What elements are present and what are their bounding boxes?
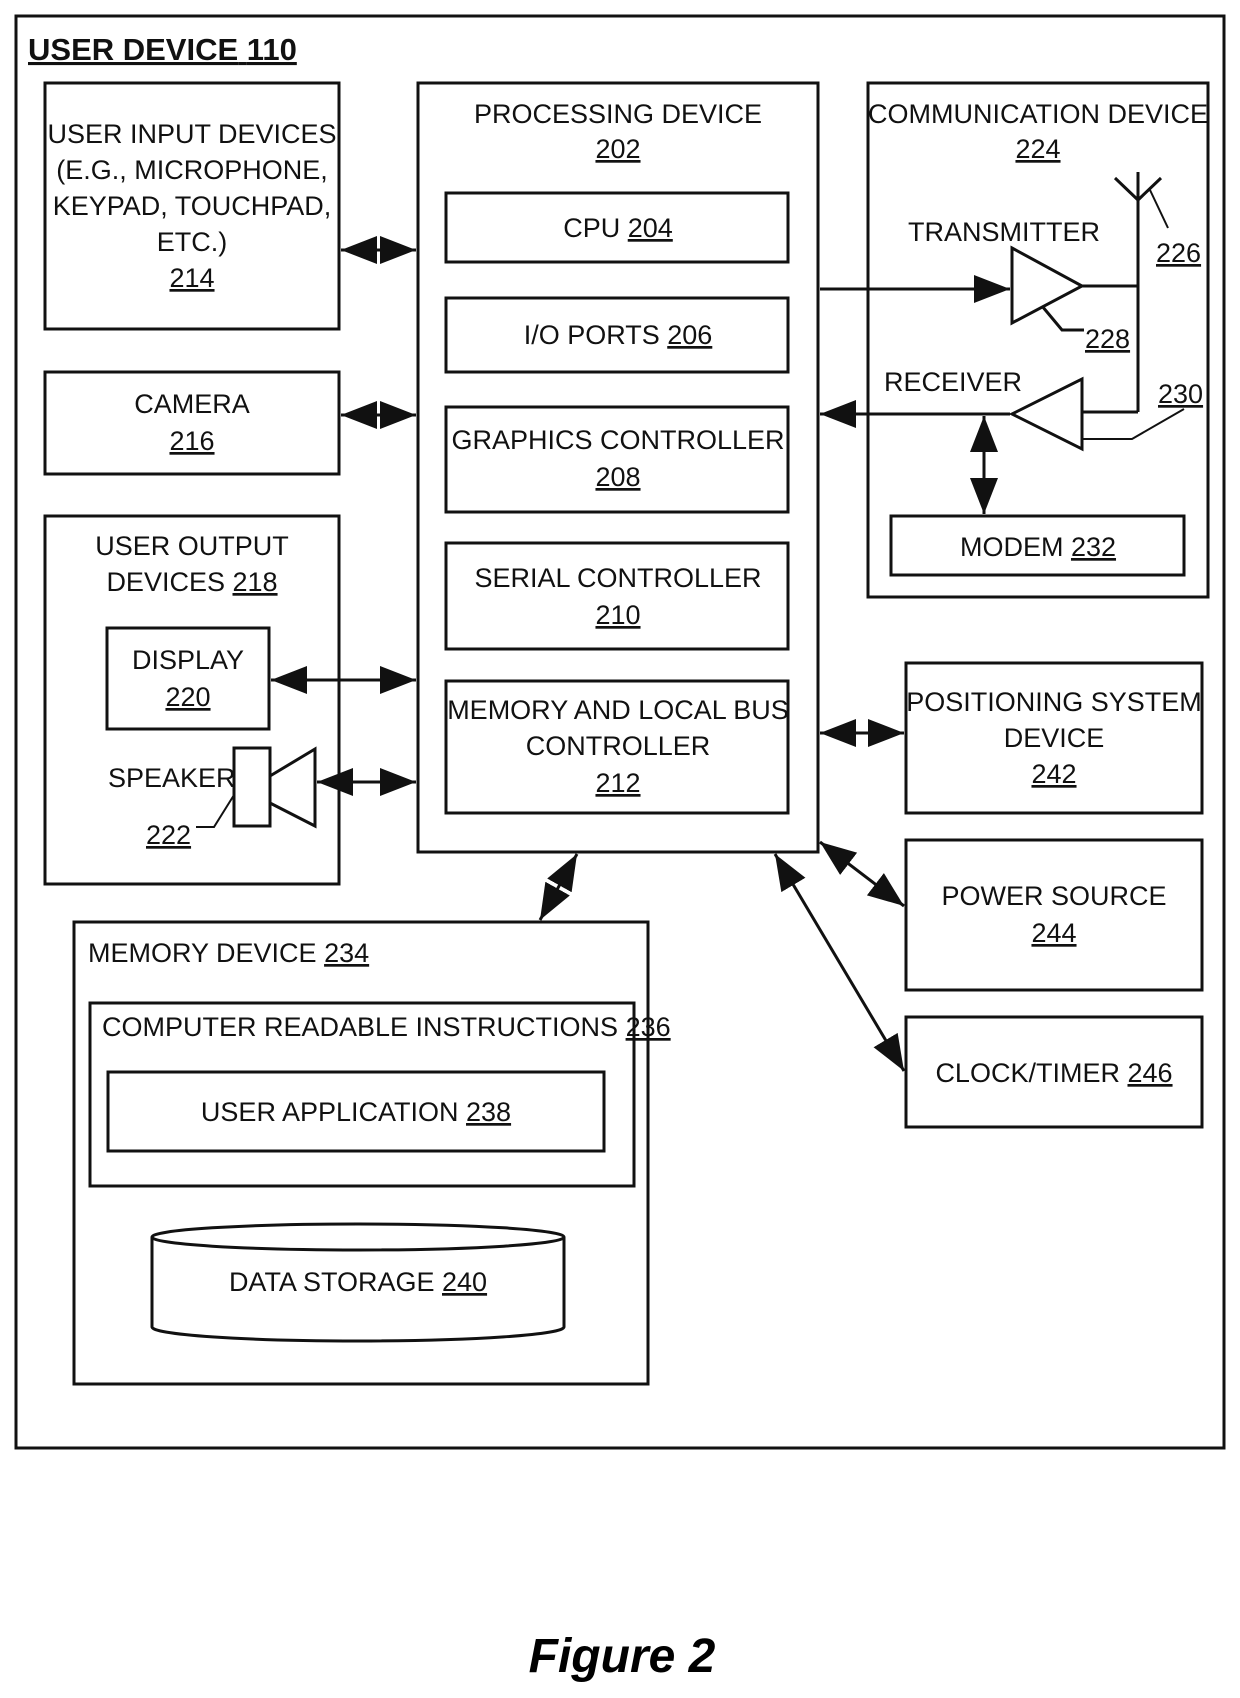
display-label: DISPLAY (132, 645, 244, 675)
user-input-line-4: ETC.) (157, 227, 228, 257)
memory-device-label: MEMORY DEVICE 234 (88, 938, 369, 968)
positioning-line-2: DEVICE (1004, 723, 1105, 753)
io-ports-label: I/O PORTS 206 (524, 320, 713, 350)
clock-timer-label: CLOCK/TIMER 246 (935, 1058, 1172, 1088)
cpu-block: CPU 204 (444, 191, 790, 264)
memory-bus-controller-block: MEMORY AND LOCAL BUS CONTROLLER 212 (444, 679, 790, 815)
antenna-ref: 226 (1156, 238, 1201, 268)
power-source-block: POWER SOURCE 244 (904, 838, 1204, 992)
communication-label: COMMUNICATION DEVICE (868, 99, 1208, 129)
camera-block: CAMERA 216 (43, 370, 341, 476)
user-application-ref: 238 (466, 1097, 511, 1127)
clock-timer-block: CLOCK/TIMER 246 (904, 1015, 1204, 1129)
serial-controller-ref: 210 (595, 600, 640, 630)
instructions-label: COMPUTER READABLE INSTRUCTIONS 236 (102, 1012, 671, 1042)
arrow-processing-memory (538, 853, 579, 921)
user-output-ref: 218 (233, 567, 278, 597)
memory-bus-ref: 212 (595, 768, 640, 798)
user-application-label-text: USER APPLICATION (201, 1097, 459, 1127)
instructions-label-text: COMPUTER READABLE INSTRUCTIONS (102, 1012, 618, 1042)
user-output-devices-block: USER OUTPUT DEVICES 218 DISPLAY 220 SPEA… (43, 514, 341, 886)
transmitter-label: TRANSMITTER (908, 217, 1100, 247)
io-ports-ref: 206 (667, 320, 712, 350)
display-block: DISPLAY 220 (105, 626, 271, 731)
user-application-block: USER APPLICATION 238 (106, 1070, 606, 1153)
io-ports-label-text: I/O PORTS (524, 320, 660, 350)
user-device-title: USER DEVICE 110 (28, 32, 297, 67)
data-storage-ref: 240 (442, 1267, 487, 1297)
processing-label: PROCESSING DEVICE (474, 99, 762, 129)
receiver-label: RECEIVER (884, 367, 1022, 397)
user-application-label: USER APPLICATION 238 (201, 1097, 511, 1127)
figure-caption: Figure 2 (529, 1630, 716, 1683)
serial-controller-block: SERIAL CONTROLLER 210 (444, 541, 790, 651)
user-input-line-3: KEYPAD, TOUCHPAD, (53, 191, 332, 221)
block-diagram: USER DEVICE 110 USER INPUT DEVICES (E.G.… (14, 14, 1226, 1683)
data-storage-label: DATA STORAGE 240 (229, 1267, 487, 1297)
receiver-ref: 230 (1158, 379, 1203, 409)
modem-block: MODEM 232 (889, 514, 1186, 577)
user-output-line-2-text: DEVICES (106, 567, 225, 597)
communication-device-block: COMMUNICATION DEVICE 224 226 TRANSMITTER… (866, 81, 1210, 599)
processing-device-block: PROCESSING DEVICE 202 CPU 204 I/O PORTS … (416, 81, 820, 854)
power-source-ref: 244 (1031, 918, 1076, 948)
display-ref: 220 (165, 682, 210, 712)
camera-label: CAMERA (134, 389, 250, 419)
user-device-title-text: USER DEVICE (28, 32, 238, 67)
instructions-block: COMPUTER READABLE INSTRUCTIONS 236 USER … (88, 1001, 671, 1188)
graphics-controller-ref: 208 (595, 462, 640, 492)
user-device-ref: 110 (247, 32, 297, 67)
user-input-line-2: (E.G., MICROPHONE, (56, 155, 328, 185)
user-input-ref: 214 (169, 263, 214, 293)
modem-label-text: MODEM (960, 532, 1064, 562)
communication-ref: 224 (1015, 134, 1060, 164)
positioning-ref: 242 (1031, 759, 1076, 789)
transmitter-ref: 228 (1085, 324, 1130, 354)
instructions-ref: 236 (626, 1012, 671, 1042)
io-ports-block: I/O PORTS 206 (444, 296, 790, 374)
speaker-ref: 222 (146, 820, 191, 850)
memory-device-block: MEMORY DEVICE 234 COMPUTER READABLE INST… (72, 920, 671, 1386)
arrow-processing-power (819, 840, 905, 908)
speaker-label: SPEAKER (108, 763, 236, 793)
user-output-line-2: DEVICES 218 (106, 567, 277, 597)
positioning-line-1: POSITIONING SYSTEM (906, 687, 1202, 717)
graphics-controller-block: GRAPHICS CONTROLLER 208 (444, 405, 790, 514)
modem-label: MODEM 232 (960, 532, 1116, 562)
positioning-system-block: POSITIONING SYSTEM DEVICE 242 (904, 661, 1204, 815)
processing-ref: 202 (595, 134, 640, 164)
graphics-controller-label: GRAPHICS CONTROLLER (451, 425, 784, 455)
modem-ref: 232 (1071, 532, 1116, 562)
memory-bus-line-1: MEMORY AND LOCAL BUS (447, 695, 789, 725)
camera-ref: 216 (169, 426, 214, 456)
serial-controller-label: SERIAL CONTROLLER (474, 563, 761, 593)
data-storage-label-text: DATA STORAGE (229, 1267, 435, 1297)
user-input-devices-block: USER INPUT DEVICES (E.G., MICROPHONE, KE… (43, 81, 341, 331)
clock-timer-ref: 246 (1127, 1058, 1172, 1088)
data-storage-cylinder-icon: DATA STORAGE 240 (150, 1222, 566, 1343)
power-source-label: POWER SOURCE (941, 881, 1166, 911)
user-input-line-1: USER INPUT DEVICES (47, 119, 336, 149)
cpu-label: CPU 204 (563, 213, 673, 243)
user-output-line-1: USER OUTPUT (95, 531, 289, 561)
arrow-processing-clock (773, 853, 906, 1072)
cpu-ref: 204 (628, 213, 673, 243)
memory-device-label-text: MEMORY DEVICE (88, 938, 317, 968)
clock-timer-label-text: CLOCK/TIMER (935, 1058, 1120, 1088)
memory-device-ref: 234 (324, 938, 369, 968)
memory-bus-line-2: CONTROLLER (526, 731, 711, 761)
cpu-label-text: CPU (563, 213, 620, 243)
